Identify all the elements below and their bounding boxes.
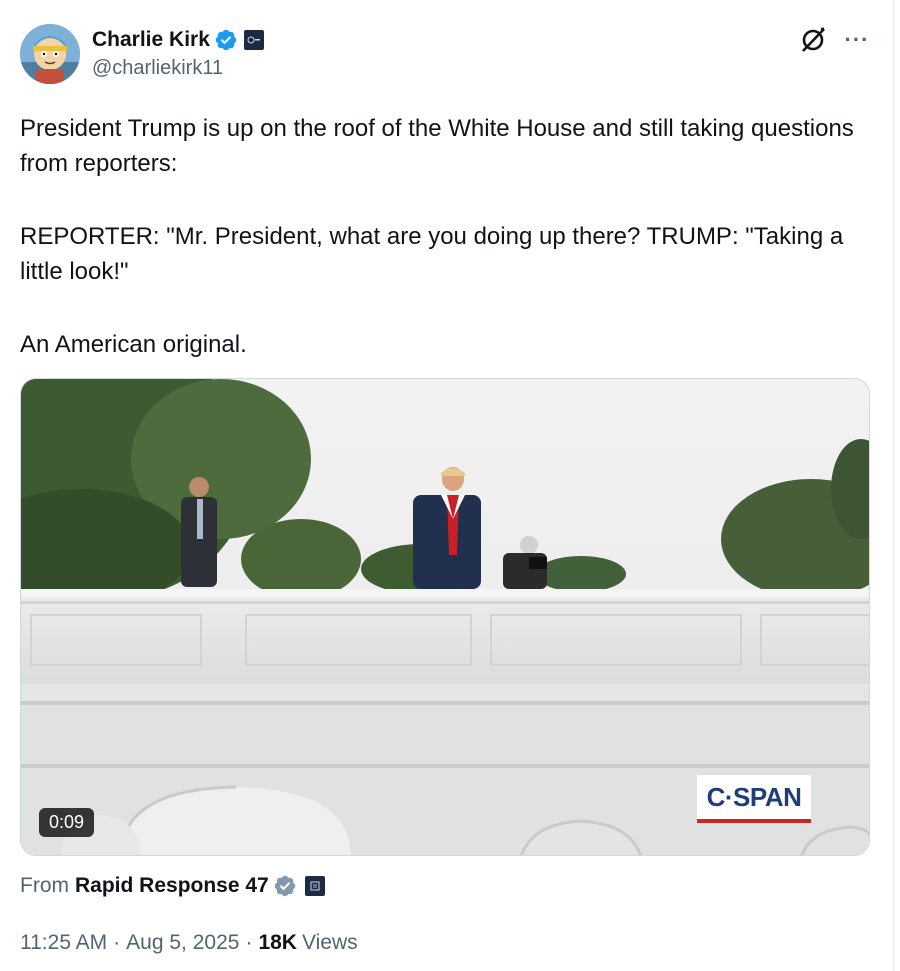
from-label: From <box>20 874 69 897</box>
avatar[interactable] <box>20 24 80 84</box>
separator-dot: · <box>113 931 121 954</box>
views-label: Views <box>301 931 358 954</box>
author-names: Charlie Kirk @charliekirk11 <box>92 26 264 80</box>
cspan-watermark: C·SPAN <box>697 775 811 823</box>
separator-dot: · <box>245 931 253 954</box>
video-duration-badge: 0:09 <box>39 808 95 837</box>
tweet-paragraph: President Trump is up on the roof of the… <box>20 115 854 177</box>
tweet-header: Charlie Kirk @charliekirk11 ··· <box>20 22 875 86</box>
source-account-link[interactable]: Rapid Response 47 <box>75 874 269 898</box>
watermark-text: C·SPAN <box>706 781 802 812</box>
more-options-icon[interactable]: ··· <box>843 26 871 54</box>
video-source-attribution: From Rapid Response 47 <box>20 870 325 902</box>
tweet-paragraph: REPORTER: "Mr. President, what are you d… <box>20 223 844 285</box>
tweet-time[interactable]: 11:25 AM <box>20 931 107 955</box>
verified-badge-icon[interactable] <box>214 28 238 52</box>
affiliate-badge-icon[interactable] <box>304 876 325 896</box>
verified-badge-icon[interactable] <box>273 874 297 898</box>
views-count[interactable]: 18K <box>258 931 297 955</box>
tweet-text: President Trump is up on the roof of the… <box>20 111 870 362</box>
author-display-name[interactable]: Charlie Kirk <box>92 28 210 52</box>
column-divider <box>893 0 894 971</box>
tweet-date[interactable]: Aug 5, 2025 <box>126 931 239 955</box>
tweet-paragraph: An American original. <box>20 331 247 358</box>
author-handle[interactable]: @charliekirk11 <box>92 57 264 80</box>
affiliate-badge-icon[interactable] <box>243 30 264 50</box>
tweet-meta: 11:25 AM · Aug 5, 2025 · 18K Views <box>20 928 358 958</box>
grok-icon[interactable] <box>799 26 827 54</box>
video-player[interactable]: 0:09 C·SPAN <box>20 378 870 856</box>
